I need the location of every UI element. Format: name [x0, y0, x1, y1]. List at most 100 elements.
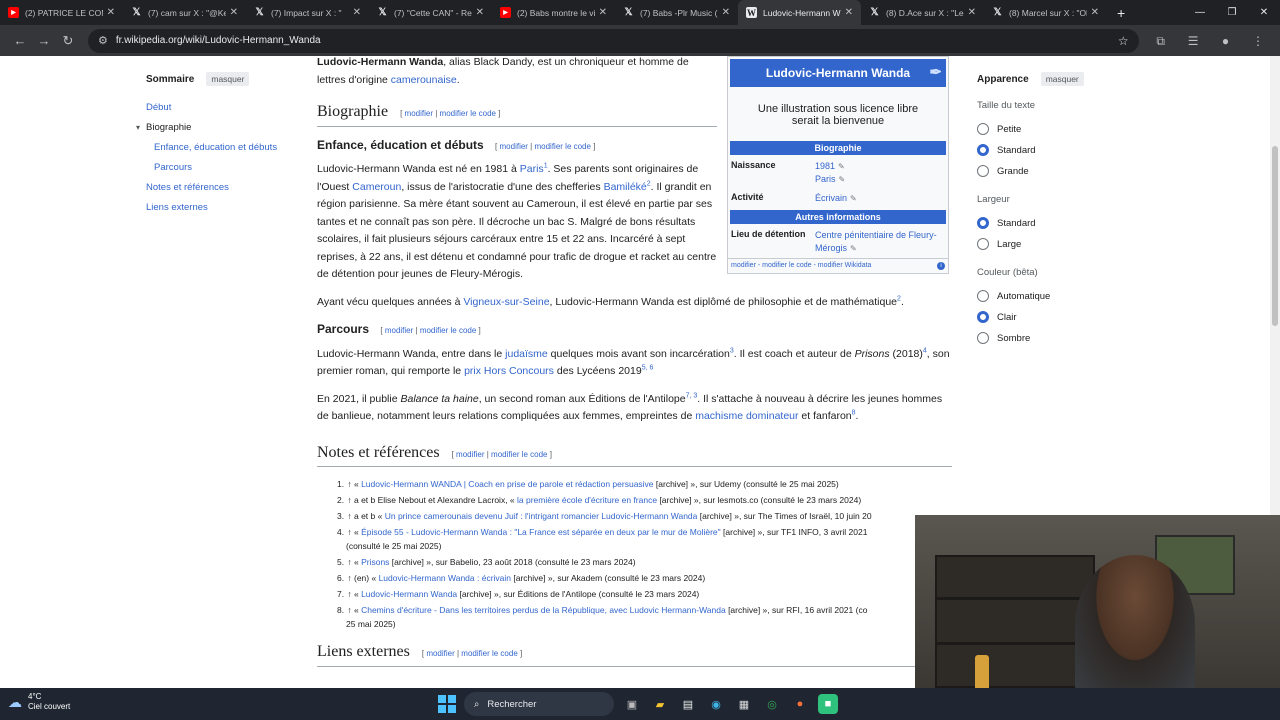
link-ecrivain[interactable]: Écrivain — [815, 193, 847, 203]
weather-widget[interactable]: ☁ 4°C Ciel couvert — [8, 692, 70, 712]
toc-item-notes[interactable]: Notes et références — [146, 182, 229, 193]
forward-icon[interactable]: → — [32, 33, 56, 48]
close-window-icon[interactable]: ✕ — [1248, 7, 1280, 18]
close-icon[interactable]: ✕ — [845, 7, 853, 18]
app-icon[interactable]: ■ — [818, 694, 838, 714]
browser-tab[interactable]: 𝕏 (7) Impact sur X : " ✕ — [246, 0, 369, 25]
link-paris[interactable]: Paris — [520, 163, 544, 175]
reference-link[interactable]: Ludovic-Hermann WANDA | Coach en prise d… — [361, 479, 653, 489]
close-icon[interactable]: ✕ — [968, 7, 976, 18]
close-icon[interactable]: ✕ — [107, 7, 115, 18]
radio-text-size-petite[interactable]: Petite — [977, 123, 1137, 135]
profile-icon[interactable]: ● — [1212, 34, 1240, 48]
info-icon[interactable]: i — [937, 262, 945, 270]
radio-text-size-grande[interactable]: Grande — [977, 165, 1137, 177]
edit-code-link[interactable]: modifier le code — [491, 450, 547, 459]
toc-item-debut[interactable]: Début — [146, 102, 171, 113]
toc-item-parcours[interactable]: Parcours — [154, 162, 192, 173]
windows-start-icon[interactable] — [438, 695, 456, 713]
edit-link[interactable]: modifier — [405, 109, 433, 118]
minimize-icon[interactable]: — — [1184, 7, 1216, 18]
bookmark-star-icon[interactable]: ☆ — [1118, 34, 1129, 48]
radio-text-size-standard[interactable]: Standard — [977, 144, 1137, 156]
close-icon[interactable]: ✕ — [599, 7, 607, 18]
browser-tab[interactable]: 𝕏 (7) Babs -Plr Music (@ ✕ — [615, 0, 738, 25]
edit-code-link[interactable]: modifier le code — [420, 326, 476, 335]
close-icon[interactable]: ✕ — [722, 7, 730, 18]
infobox-no-image[interactable]: Une illustration sous licence libre sera… — [728, 89, 948, 139]
close-icon[interactable]: ✕ — [353, 7, 361, 18]
link-prix-hors-concours[interactable]: prix Hors Concours — [464, 365, 554, 377]
radio-color-clair[interactable]: Clair — [977, 311, 1137, 323]
close-icon[interactable]: ✕ — [1091, 7, 1099, 18]
infobox-edit-links[interactable]: modifier - modifier le code - modifier W… — [731, 262, 871, 270]
toc-item-enfance[interactable]: Enfance, éducation et débuts — [154, 142, 277, 153]
browser-tab[interactable]: ▶(2) PATRICE LE COMP✕ — [0, 0, 123, 25]
toc-hide-button[interactable]: masquer — [206, 72, 250, 86]
edit-code-link[interactable]: modifier le code — [534, 142, 590, 151]
reference-link[interactable]: Chemins d'écriture - Dans les territoire… — [361, 605, 726, 615]
link-cameroun[interactable]: Cameroun — [352, 181, 401, 193]
notepad-icon[interactable]: ▤ — [678, 694, 698, 714]
edit-link[interactable]: modifier — [426, 649, 454, 658]
link-paris-infobox[interactable]: Paris — [815, 174, 836, 184]
toc-item-biographie[interactable]: Biographie — [146, 122, 191, 133]
task-view-icon[interactable]: ▣ — [622, 694, 642, 714]
link-judaisme[interactable]: judaïsme — [505, 348, 548, 360]
reference-link[interactable]: Épisode 55 - Ludovic-Hermann Wanda : "La… — [361, 527, 721, 537]
pencil-icon[interactable]: ✎ — [839, 175, 846, 184]
pencil-icon[interactable]: ✎ — [838, 162, 845, 171]
menu-icon[interactable]: ⋮ — [1244, 34, 1272, 48]
radio-width-standard[interactable]: Standard — [977, 217, 1137, 229]
edit-link[interactable]: modifier — [500, 142, 528, 151]
ref-sup[interactable]: 5, 6 — [642, 365, 654, 372]
appearance-hide-button[interactable]: masquer — [1040, 72, 1084, 86]
ref-sup[interactable]: 7, 3 — [686, 392, 698, 399]
store-icon[interactable]: ▦ — [734, 694, 754, 714]
edit-link[interactable]: modifier — [456, 450, 484, 459]
scrollbar-thumb[interactable] — [1272, 146, 1278, 326]
edit-code-link[interactable]: modifier le code — [461, 649, 517, 658]
firefox-icon[interactable]: ● — [790, 694, 810, 714]
link-machisme[interactable]: machisme dominateur — [695, 410, 798, 422]
browser-tab[interactable]: 𝕏 (8) Marcel sur X : "Ol ✕ — [984, 0, 1107, 25]
toc-item-liens[interactable]: Liens externes — [146, 202, 208, 213]
site-info-icon[interactable]: ⚙ — [98, 34, 108, 47]
reading-list-icon[interactable]: ☰ — [1179, 34, 1207, 48]
back-icon[interactable]: ← — [8, 33, 32, 48]
browser-tab-active[interactable]: W Ludovic-Hermann W ✕ — [738, 0, 861, 25]
edge-icon[interactable]: ◉ — [706, 694, 726, 714]
chrome-icon[interactable]: ◎ — [762, 694, 782, 714]
reference-link[interactable]: Prisons — [361, 557, 389, 567]
chevron-down-icon[interactable]: ▾ — [136, 123, 146, 132]
extensions-icon[interactable]: ⧉ — [1147, 34, 1175, 49]
radio-color-automatique[interactable]: Automatique — [977, 290, 1137, 302]
link-vigneux[interactable]: Vigneux-sur-Seine — [463, 296, 549, 308]
browser-tab[interactable]: 𝕏 (7) cam sur X : "@Ke ✕ — [123, 0, 246, 25]
link-camerounaise[interactable]: camerounaise — [391, 74, 457, 86]
link-1981[interactable]: 1981 — [815, 161, 835, 171]
browser-tab[interactable]: 𝕏 (7) "Cette CAN" - Re ✕ — [369, 0, 492, 25]
browser-tab[interactable]: ▶ (2) Babs montre le vi ✕ — [492, 0, 615, 25]
reference-link[interactable]: la première école d'écriture en france — [517, 495, 657, 505]
pencil-icon[interactable]: ✎ — [850, 244, 857, 253]
close-icon[interactable]: ✕ — [476, 7, 484, 18]
url-bar[interactable]: ⚙ fr.wikipedia.org/wiki/Ludovic-Hermann_… — [88, 28, 1139, 53]
close-icon[interactable]: ✕ — [230, 7, 238, 18]
edit-link[interactable]: modifier — [385, 326, 413, 335]
link-fleury[interactable]: Centre pénitentiaire de Fleury-Mérogis — [815, 230, 937, 253]
file-explorer-icon[interactable]: ▰ — [650, 694, 670, 714]
reference-link[interactable]: Ludovic-Hermann Wanda : écrivain — [379, 573, 511, 583]
pencil-icon[interactable]: ✎ — [850, 194, 857, 203]
new-tab-button[interactable]: + — [1107, 5, 1135, 21]
taskbar-search[interactable]: ⌕ Rechercher — [464, 692, 614, 716]
reload-icon[interactable]: ↻ — [56, 33, 80, 49]
browser-tab[interactable]: 𝕏 (8) D.Ace sur X : "Le ✕ — [861, 0, 984, 25]
edit-code-link[interactable]: modifier le code — [440, 109, 496, 118]
reference-link[interactable]: Un prince camerounais devenu Juif : l'in… — [385, 511, 698, 521]
link-bamileke[interactable]: Bamiléké — [604, 181, 647, 193]
maximize-icon[interactable]: ❐ — [1216, 7, 1248, 18]
url-text[interactable]: fr.wikipedia.org/wiki/Ludovic-Hermann_Wa… — [116, 35, 321, 46]
radio-color-sombre[interactable]: Sombre — [977, 332, 1137, 344]
radio-width-large[interactable]: Large — [977, 238, 1137, 250]
